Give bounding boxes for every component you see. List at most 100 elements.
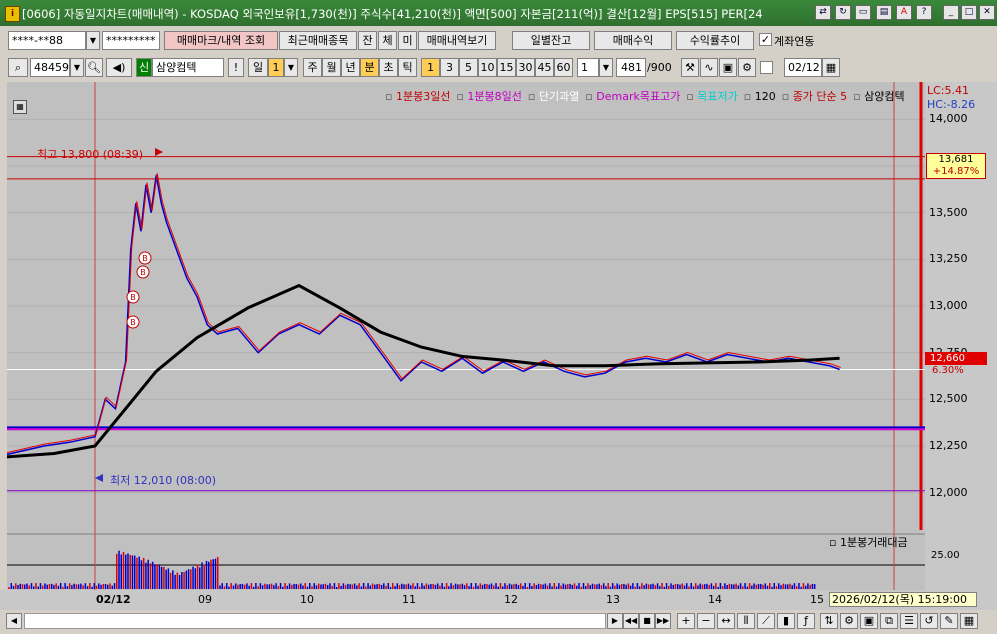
maximize-button[interactable]: □ [961, 5, 977, 20]
volume-bar [811, 583, 814, 589]
interval-10[interactable]: 10 [478, 58, 497, 77]
save-chart-icon[interactable]: ▣ [860, 613, 878, 629]
period-tick[interactable]: 틱 [398, 58, 417, 77]
settings-icon[interactable]: ⚙ [738, 58, 756, 77]
interval-30[interactable]: 30 [516, 58, 535, 77]
tab-balance[interactable]: 잔 [358, 31, 377, 50]
account-dropdown-icon[interactable]: ▼ [86, 31, 100, 50]
trade-view-button[interactable]: 매매내역보기 [418, 31, 496, 50]
period-day-value[interactable]: 1 [268, 58, 284, 77]
volume-bar [737, 585, 740, 589]
data-count-input[interactable]: 481 [616, 58, 646, 77]
high-box-price: 13,681 [938, 154, 974, 165]
date-input[interactable]: 02/12 [784, 58, 822, 77]
stop-icon[interactable]: ■ [639, 613, 655, 629]
list-icon[interactable]: ☰ [900, 613, 918, 629]
stock-name-field[interactable]: 삼양컴텍 [152, 58, 224, 77]
volume-bar [149, 563, 152, 589]
volume-bar [232, 585, 235, 589]
edit-icon[interactable]: ✎ [940, 613, 958, 629]
chart-scrollbar[interactable]: ◀ ▶ ◀◀ ■ ▶▶ + − ↔ ⫴ ⟋ ▮ ƒ ⇅ ⚙ ▣ ⧉ ☰ ↺ ✎ … [0, 610, 997, 634]
candle-icon[interactable]: ⫴ [737, 613, 755, 629]
line-chart-icon[interactable]: ⟋ [757, 613, 775, 629]
trade-mark-button[interactable]: 매매마크/내역 조회 [164, 31, 278, 50]
interval-3[interactable]: 3 [440, 58, 459, 77]
screen-icon[interactable]: ▭ [855, 5, 871, 20]
forward-icon[interactable]: ▶▶ [655, 613, 671, 629]
link-icon[interactable]: ⇄ [815, 5, 831, 20]
x-tick-label: 15 [810, 593, 824, 606]
rewind-icon[interactable]: ◀◀ [623, 613, 639, 629]
period-week[interactable]: 주 [303, 58, 322, 77]
volume-bar [151, 561, 154, 589]
volume-bar [436, 583, 439, 589]
close-button[interactable]: ✕ [979, 5, 995, 20]
font-icon[interactable]: A [896, 5, 912, 20]
print-icon[interactable]: ▤ [876, 5, 892, 20]
refresh-icon[interactable]: ↻ [835, 5, 851, 20]
volume-bar [383, 583, 385, 589]
period-day[interactable]: 일 [248, 58, 268, 77]
scroll-right-icon[interactable]: ▶ [607, 613, 623, 629]
reset-icon[interactable]: ↺ [920, 613, 938, 629]
help-icon[interactable]: ? [916, 5, 932, 20]
bar-chart-icon[interactable]: ▮ [777, 613, 795, 629]
tab-unfilled[interactable]: 미 [398, 31, 417, 50]
line-tool-icon[interactable]: ∿ [700, 58, 718, 77]
config-icon[interactable]: ⚙ [840, 613, 858, 629]
recent-items-button[interactable]: 최근매매종목 [279, 31, 357, 50]
compare-icon[interactable]: ⇅ [820, 613, 838, 629]
interval-5[interactable]: 5 [459, 58, 478, 77]
indicator-icon[interactable]: ƒ [797, 613, 815, 629]
minimize-button[interactable]: _ [943, 5, 959, 20]
account-input[interactable]: ****-**88 [8, 31, 86, 50]
scroll-left-icon[interactable]: ◀ [6, 613, 22, 629]
time-axis-bar: 02/12 09 10 11 12 13 14 15 2026/02/12(목) 15:19:… [0, 590, 997, 610]
zoom-fit-icon[interactable]: ↔ [717, 613, 735, 629]
volume-bar [510, 584, 513, 589]
code-dropdown-icon[interactable]: ▼ [70, 58, 84, 77]
tool-icon[interactable]: ⚒ [681, 58, 699, 77]
legend-item: ▫ Demark목표고가 [585, 90, 680, 103]
period-year[interactable]: 년 [341, 58, 360, 77]
date-checkbox[interactable] [760, 61, 773, 74]
y-tick-label: 13,250 [929, 252, 968, 266]
interval-60[interactable]: 60 [554, 58, 573, 77]
period-dropdown-icon[interactable]: ▼ [284, 58, 298, 77]
alert-icon[interactable]: ! [228, 58, 244, 77]
password-input[interactable]: ********* [102, 31, 160, 50]
tab-fill[interactable]: 체 [378, 31, 397, 50]
period-second[interactable]: 초 [379, 58, 398, 77]
interval-45[interactable]: 45 [535, 58, 554, 77]
period-month[interactable]: 월 [322, 58, 341, 77]
zoom-in-icon[interactable]: + [677, 613, 695, 629]
interval-15[interactable]: 15 [497, 58, 516, 77]
grid-icon[interactable]: ▦ [960, 613, 978, 629]
copy-icon[interactable]: ⧉ [880, 613, 898, 629]
account-link-checkbox[interactable]: ✓ [759, 33, 772, 46]
count-input[interactable]: 1 [577, 58, 599, 77]
period-minute[interactable]: 분 [360, 58, 379, 77]
price-chart[interactable]: BBBB [7, 82, 925, 590]
code-search-icon[interactable]: ⌕ [8, 58, 28, 77]
volume-bar [199, 567, 201, 589]
trade-profit-button[interactable]: 매매수익 [594, 31, 672, 50]
volume-bar [585, 586, 587, 589]
chart-area[interactable]: BBBB ▦ ▫ 1분봉3일선 ▫ 1분봉8일선 ▫ 단기과열 ▫ Demark목표고… [7, 82, 925, 590]
volume-bar [279, 583, 282, 589]
volume-bar [250, 583, 253, 589]
scroll-track[interactable] [24, 613, 606, 629]
return-chart-button[interactable]: 수익률추이 [676, 31, 754, 50]
calendar-icon[interactable]: ▦ [822, 58, 840, 77]
interval-1[interactable]: 1 [421, 58, 440, 77]
sound-icon[interactable]: ◀) [106, 58, 132, 77]
volume-bar [136, 557, 138, 589]
code-input[interactable]: 484590 [30, 58, 70, 77]
daily-balance-button[interactable]: 일별잔고 [512, 31, 590, 50]
magnifier-icon[interactable]: 🔍︎ [85, 58, 103, 77]
volume-bar [358, 583, 360, 589]
grid-toggle-icon[interactable]: ▦ [13, 100, 27, 114]
zoom-out-icon[interactable]: − [697, 613, 715, 629]
count-dropdown-icon[interactable]: ▼ [599, 58, 613, 77]
save-icon[interactable]: ▣ [719, 58, 737, 77]
